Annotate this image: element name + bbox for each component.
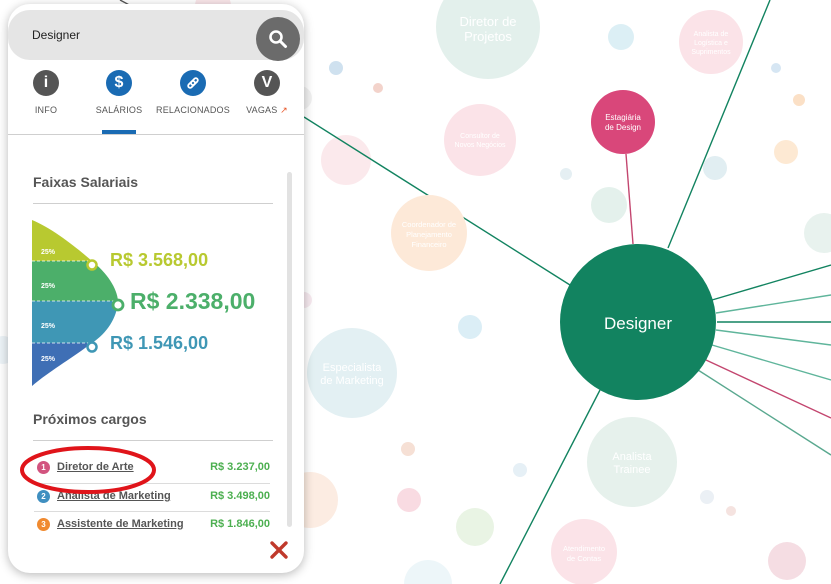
- svg-text:Estagiáriade Design: Estagiária de Design: [605, 113, 641, 132]
- info-icon: i: [33, 70, 59, 96]
- search-icon: [269, 30, 287, 48]
- active-tab-indicator: [102, 130, 136, 134]
- vagas-logo-icon: V: [254, 70, 280, 96]
- salary-high: R$ 3.568,00: [110, 250, 209, 270]
- graph-node-label: Novos Negócios: [455, 142, 506, 149]
- row-divider: [34, 511, 270, 512]
- graph-node-coordenador-planejamento[interactable]: Coordenador de Planejamento Financeiro: [391, 195, 467, 271]
- search-button[interactable]: [256, 17, 300, 61]
- salary-low: R$ 1.546,00: [110, 333, 209, 353]
- career-panel: i INFO $ SALÁRIOS RELACIONADOS V VAGAS ↗…: [8, 4, 304, 573]
- salary-band-upper-mid: [32, 261, 118, 301]
- graph-node-label: Atendimento: [563, 544, 605, 553]
- band-percent: 25%: [41, 283, 56, 290]
- graph-node-label: Financeiro: [411, 240, 446, 249]
- graph-node-label: de Marketing: [320, 375, 384, 387]
- band-percent: 25%: [41, 323, 56, 330]
- band-percent: 25%: [41, 249, 56, 256]
- next-positions-title: Próximos cargos: [33, 411, 147, 427]
- position-salary: R$ 1.846,00: [210, 518, 270, 530]
- search-input[interactable]: [22, 20, 262, 50]
- salary-median: R$ 2.338,00: [130, 288, 256, 314]
- svg-text:Especialistade Marketing: Especialista de Marketing: [320, 362, 384, 387]
- graph-node-label: Coordenador de: [402, 220, 456, 229]
- high-marker: [86, 259, 98, 271]
- graph-node-label: Suprimentos: [691, 49, 731, 56]
- tab-info[interactable]: i INFO: [9, 70, 83, 134]
- salary-band-bottom: [32, 343, 92, 386]
- graph-node-label: Planejamento: [406, 230, 452, 239]
- dollar-icon: $: [106, 70, 132, 96]
- tab-relacionados[interactable]: RELACIONADOS: [156, 70, 230, 134]
- svg-text:Analista deLogística eSuprimen: Analista de Logística e Suprimentos: [691, 31, 731, 56]
- svg-text:Diretor deProjetos: Diretor de Projetos: [459, 14, 516, 44]
- graph-node-label: Analista de: [694, 31, 729, 38]
- graph-node-label: de Contas: [567, 554, 601, 563]
- tab-label: RELACIONADOS: [156, 105, 230, 115]
- tab-salarios[interactable]: $ SALÁRIOS: [82, 70, 156, 134]
- svg-text:Atendimentode Contas: Atendimento de Contas: [563, 544, 605, 563]
- graph-node-label: Especialista: [323, 362, 383, 374]
- svg-text:AnalistaTrainee: Analista Trainee: [612, 451, 652, 476]
- salary-ranges-title: Faixas Salariais: [33, 174, 139, 190]
- graph-node-label: Diretor de: [459, 14, 516, 29]
- position-number-badge: 3: [37, 518, 50, 531]
- next-position-item[interactable]: 3 Assistente de Marketing R$ 1.846,00: [34, 515, 270, 537]
- tab-vagas[interactable]: V VAGAS ↗: [230, 70, 304, 134]
- graph-node-consultor-novos-negocios[interactable]: Consultor de Novos Negócios: [444, 104, 516, 176]
- highlight-annotation: [20, 446, 156, 494]
- tab-bar: i INFO $ SALÁRIOS RELACIONADOS V VAGAS ↗: [8, 66, 304, 135]
- link-icon: [180, 70, 206, 96]
- svg-text:Designer: Designer: [604, 314, 672, 333]
- divider: [33, 203, 273, 204]
- close-icon[interactable]: [269, 540, 289, 560]
- graph-node-label: de Design: [605, 123, 641, 132]
- graph-node-diretor-de-projetos[interactable]: Diretor de Projetos: [436, 0, 540, 79]
- graph-node-label: Consultor de: [460, 133, 500, 140]
- graph-node-label: Logística e: [694, 40, 728, 47]
- tab-label: VAGAS: [246, 105, 278, 115]
- tab-label: SALÁRIOS: [95, 105, 143, 115]
- graph-node-analista-logistica[interactable]: Analista de Logística e Suprimentos: [679, 10, 743, 74]
- search-bar: [8, 10, 304, 61]
- position-link[interactable]: Assistente de Marketing: [57, 518, 184, 530]
- low-marker: [86, 341, 98, 353]
- graph-node-label: Estagiária: [605, 113, 641, 122]
- graph-node-center[interactable]: Designer: [560, 244, 716, 400]
- scrollbar[interactable]: [287, 172, 292, 527]
- graph-node-label: Projetos: [464, 29, 512, 44]
- graph-node-label: Trainee: [614, 464, 651, 476]
- median-marker: [111, 298, 125, 312]
- graph-node-analista-trainee[interactable]: Analista Trainee: [587, 417, 677, 507]
- position-salary: R$ 3.237,00: [210, 461, 270, 473]
- graph-node-especialista-marketing[interactable]: Especialista de Marketing: [307, 328, 397, 418]
- graph-node-label: Analista: [612, 451, 652, 463]
- divider: [33, 440, 273, 441]
- graph-node-atendimento-de-contas[interactable]: Atendimento de Contas: [551, 519, 617, 584]
- external-link-icon: ↗: [280, 105, 288, 115]
- graph-node-estagiaria-de-design[interactable]: Estagiária de Design: [591, 90, 655, 154]
- tab-label: INFO: [34, 105, 58, 115]
- band-percent: 25%: [41, 356, 56, 363]
- salary-band-lower-mid: [32, 301, 118, 343]
- salary-distribution-chart: 25% 25% 25% 25%: [32, 220, 125, 386]
- position-salary: R$ 3.498,00: [210, 490, 270, 502]
